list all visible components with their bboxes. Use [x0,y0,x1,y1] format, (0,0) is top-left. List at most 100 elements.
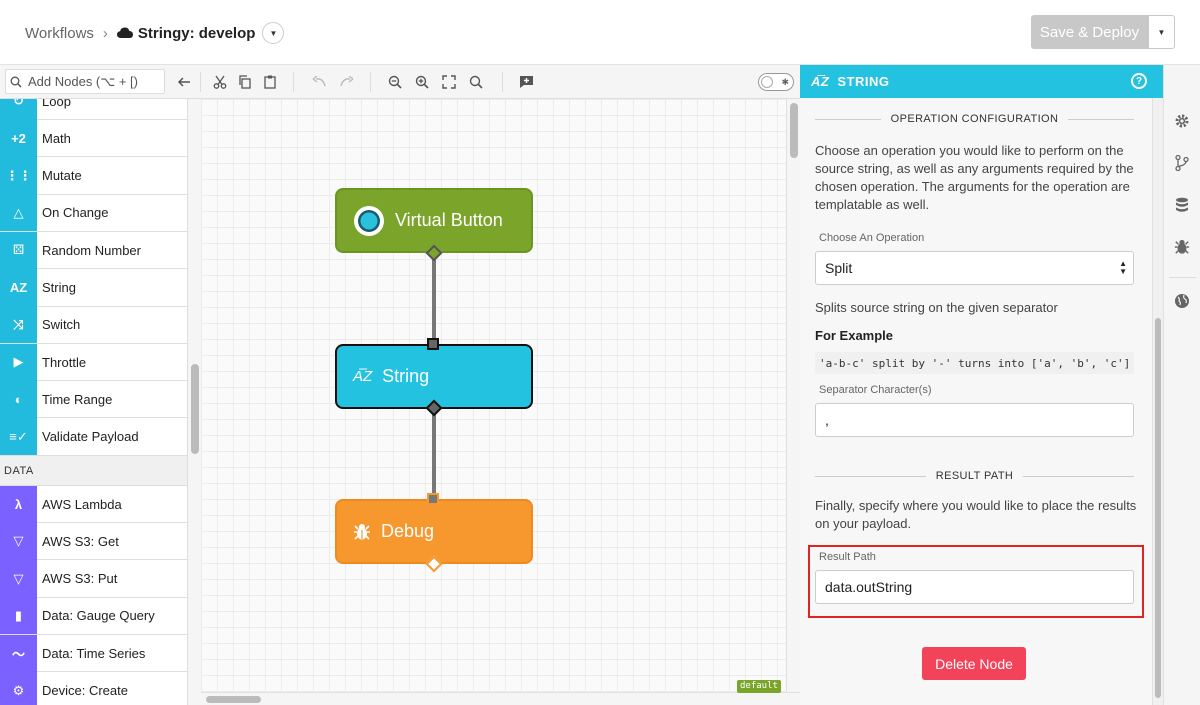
branch-icon[interactable] [1173,154,1191,172]
palette-item-label: Random Number [42,242,141,258]
database-icon[interactable] [1173,196,1191,214]
palette-item-random-number[interactable]: ⚄ Random Number [0,231,187,270]
undo-icon[interactable] [310,73,328,91]
palette-item-label: Switch [42,317,81,333]
palette-item-label: Loop [42,99,71,109]
az-icon: A͞Z [353,368,373,385]
palette-item-switch[interactable]: ⤨ Switch [0,306,187,344]
panel-scroll-thumb[interactable] [1155,318,1161,698]
save-options-chevron-icon[interactable]: ▼ [1148,15,1175,49]
delete-node-button[interactable]: Delete Node [922,647,1026,680]
canvas-horizontal-scrollbar[interactable] [201,692,800,705]
save-deploy-button[interactable]: Save & Deploy [1031,15,1148,49]
palette-item-string[interactable]: AZ String [0,269,187,307]
toolbar-divider [370,72,371,92]
palette-item-label: String [42,280,76,295]
node-palette: ↻ Loop +2 Math ⋮⋮ Mutate △ On Change ⚄ Random Num… [0,99,187,705]
palette-item-throttle[interactable]: ▶ Throttle [0,343,187,382]
back-arrow-icon[interactable] [175,73,193,91]
toolbar-divider [200,72,201,92]
app-menu-chevron-icon[interactable]: ▼ [262,22,285,44]
palette-item-loop[interactable]: ↻ Loop [0,99,187,120]
operation-value: Split [825,260,853,276]
gear-icon[interactable] [1173,112,1191,130]
canvas-vscroll-thumb[interactable] [790,103,798,158]
separator-input[interactable]: , [815,403,1134,437]
palette-item-device-create[interactable]: ⚙ Device: Create [0,672,187,705]
palette-item-aws-s3-put[interactable]: ▽ AWS S3: Put [0,560,187,598]
copy-icon[interactable] [236,73,254,91]
bar-chart-icon: ▮ [0,597,37,635]
panel-scrollbar[interactable] [1152,98,1163,705]
bug-icon: ✱ [781,77,789,87]
cloud-icon [116,27,133,38]
cut-icon[interactable] [211,73,229,91]
clock-icon: ◐ [0,380,37,418]
line-chart-icon: 〜 [0,634,37,672]
application-name: Stringy: develop [137,24,256,42]
zoom-in-icon[interactable] [413,73,431,91]
redo-icon[interactable] [337,73,355,91]
operation-select[interactable]: Split ▲ ▼ [815,251,1134,285]
palette-item-math[interactable]: +2 Math [0,119,187,158]
palette-item-label: Data: Gauge Query [42,608,155,624]
palette-scrollbar[interactable] [187,99,201,705]
fit-to-screen-icon[interactable] [440,73,458,91]
toolbar-divider [502,72,503,92]
help-icon[interactable]: ? [1131,73,1147,89]
flow-version-tag: default [737,680,781,693]
result-intro-text: Finally, specify where you would like to… [815,498,1137,531]
select-arrows-icon: ▲ ▼ [1119,259,1127,276]
palette-item-mutate[interactable]: ⋮⋮ Mutate [0,157,187,195]
palette-item-aws-s3-get[interactable]: ▽ AWS S3: Get [0,522,187,561]
zoom-out-icon[interactable] [386,73,404,91]
example-code: 'a-b-c' split by '-' turns into ['a', 'b… [815,352,1134,374]
bug-icon [353,523,371,541]
palette-item-data-gauge-query[interactable]: ▮ Data: Gauge Query [0,597,187,635]
separator-value: , [825,412,829,428]
lambda-icon: λ [0,485,37,523]
palette-item-aws-lambda[interactable]: λ AWS Lambda [0,485,187,523]
az-icon: A͞Z [811,74,830,89]
palette-item-time-range[interactable]: ◐ Time Range [0,380,187,419]
find-node-icon[interactable] [467,73,485,91]
breadcrumb-workflows[interactable]: Workflows [25,25,94,42]
mutate-icon: ⋮⋮ [0,157,37,195]
right-icon-rail [1163,65,1200,705]
node-virtual-button[interactable]: Virtual Button [335,188,533,253]
palette-item-label: On Change [42,205,109,221]
shuffle-icon: ⤨ [0,306,37,344]
palette-scroll-thumb[interactable] [191,364,199,454]
breadcrumb: Workflows › Stringy: develop ▼ [25,22,285,44]
breadcrumb-separator: › [102,24,108,42]
search-icon [10,76,22,88]
node-debug[interactable]: Debug [335,499,533,564]
palette-item-label: Data: Time Series [42,645,146,661]
palette-item-data-time-series[interactable]: 〜 Data: Time Series [0,634,187,673]
canvas-vertical-scrollbar[interactable] [786,99,800,692]
throttle-icon: ▶ [0,343,37,381]
section-operation-configuration: OPERATION CONFIGURATION [815,113,1134,125]
debug-toggle[interactable]: ✱ [758,73,794,91]
globe-icon[interactable] [1173,292,1191,310]
input-port[interactable] [427,338,439,350]
node-label: String [382,366,430,386]
add-nodes-search-input[interactable]: Add Nodes (⌥ + [) [5,69,165,94]
node-label: Debug [381,521,435,541]
input-port[interactable] [427,493,439,505]
math-icon: +2 [0,119,37,157]
toggle-knob [761,76,773,88]
editor-toolbar: Add Nodes (⌥ + [) ✱ [0,65,800,99]
bug-icon[interactable] [1173,238,1191,256]
comment-icon[interactable] [517,73,535,91]
palette-item-on-change[interactable]: △ On Change [0,194,187,232]
az-icon: AZ [0,269,37,306]
palette-item-validate-payload[interactable]: ≡✓ Validate Payload [0,418,187,456]
properties-title: STRING [837,74,890,89]
connection-wire[interactable] [432,410,436,499]
canvas-hscroll-thumb[interactable] [206,696,261,703]
paste-icon[interactable] [261,73,279,91]
connection-wire[interactable] [432,254,436,344]
top-header: Workflows › Stringy: develop ▼ Save & De… [0,0,1200,65]
rail-divider [1169,277,1196,278]
